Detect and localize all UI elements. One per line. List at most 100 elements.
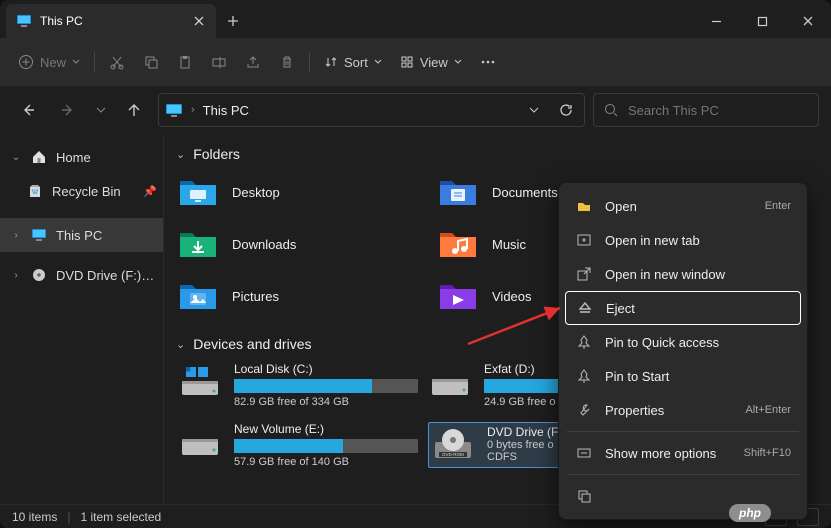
shortcut-hint: Shift+F10 [744,447,791,459]
sidebar-item-recycle-bin[interactable]: Recycle Bin 📌 [0,174,163,208]
status-selection: 1 item selected [80,510,161,524]
context-item[interactable]: Open in new tab [565,223,801,257]
sidebar-item-dvd-drive[interactable]: › DVD Drive (F:) Ubun [0,258,163,292]
pin-icon: 📌 [143,185,157,198]
context-menu: OpenEnter Open in new tab Open in new wind… [558,182,808,520]
folder-icon [178,278,218,314]
search-icon [604,103,618,117]
group-header-folders[interactable]: ⌄ Folders [164,142,831,172]
this-pc-icon [30,226,48,244]
group-title: Devices and drives [193,336,311,352]
folder-item[interactable]: Desktop [178,172,428,212]
minimize-button[interactable] [693,4,739,38]
breadcrumb[interactable]: This PC [203,103,249,118]
context-label: Properties [605,403,733,418]
arrow-up-icon [126,102,142,118]
view-button[interactable]: View [392,45,470,79]
context-label: Pin to Start [605,369,791,384]
drive-item[interactable]: New Volume (E:)57.9 GB free of 140 GB [178,422,418,468]
plus-circle-icon [18,54,34,70]
view-icon [400,55,414,69]
shortcut-hint: Enter [765,200,791,212]
wrench-icon [575,401,593,419]
new-button[interactable]: New [10,45,88,79]
search-input[interactable] [628,103,808,118]
paste-icon [177,54,193,70]
close-button[interactable] [785,4,831,38]
sidebar-item-label: Recycle Bin [52,184,135,199]
folder-icon [178,226,218,262]
back-button[interactable] [12,94,44,126]
sort-label: Sort [344,55,368,70]
drive-icon [428,362,472,400]
this-pc-icon [165,101,183,119]
drive-icon: DVD-ROM [431,425,475,463]
address-dropdown[interactable] [522,98,546,122]
context-item[interactable]: Eject [565,291,801,325]
tab-label: This PC [40,14,184,28]
arrow-right-icon [60,102,76,118]
context-item[interactable]: Pin to Quick access [565,325,801,359]
folder-icon [178,174,218,210]
context-item[interactable]: Properties Alt+Enter [565,393,801,427]
separator [567,431,799,432]
shortcut-hint: Alt+Enter [745,404,791,416]
context-label: Pin to Quick access [605,335,791,350]
external-icon [575,265,593,283]
chevron-down-icon[interactable]: ⌄ [10,152,22,163]
group-title: Folders [193,146,240,162]
rename-button[interactable] [203,45,235,79]
drive-free: 57.9 GB free of 140 GB [234,456,418,468]
forward-button[interactable] [52,94,84,126]
share-button[interactable] [237,45,269,79]
context-item[interactable]: Show more optionsShift+F10 [565,436,801,470]
chevron-down-icon [96,105,106,115]
sort-button[interactable]: Sort [316,45,390,79]
history-dropdown[interactable] [92,94,110,126]
sort-icon [324,55,338,69]
cut-button[interactable] [101,45,133,79]
maximize-button[interactable] [739,4,785,38]
nav-bar: › This PC [0,86,831,134]
context-item[interactable]: OpenEnter [565,189,801,223]
close-tab-icon[interactable] [192,14,206,28]
context-item[interactable]: Open in new window [565,257,801,291]
drive-icon [178,422,222,460]
pin-icon [575,333,593,351]
more-button[interactable] [472,45,504,79]
command-bar: New Sort View [0,38,831,86]
drive-name: Local Disk (C:) [234,362,418,376]
cut-icon [109,54,125,70]
copy-button[interactable] [135,45,167,79]
ellipsis-icon [480,54,496,70]
usage-bar [234,379,418,393]
folder-item[interactable]: Downloads [178,224,428,264]
sidebar-item-this-pc[interactable]: › This PC [0,218,163,252]
context-item[interactable]: Pin to Start [565,359,801,393]
chevron-down-icon [374,58,382,66]
chevron-right-icon[interactable]: › [10,230,22,241]
copy-icon [143,54,159,70]
folder-label: Downloads [232,237,296,252]
sidebar-item-home[interactable]: ⌄ Home [0,140,163,174]
sidebar-item-label: Home [56,150,157,165]
up-button[interactable] [118,94,150,126]
context-label: Open in new tab [605,233,791,248]
tab-this-pc[interactable]: This PC [6,4,216,38]
search-box[interactable] [593,93,819,127]
chevron-down-icon [72,58,80,66]
address-bar[interactable]: › This PC [158,93,585,127]
context-label: Open in new window [605,267,791,282]
add-tab-button[interactable] [216,4,250,38]
refresh-button[interactable] [554,98,578,122]
watermark-badge: php [729,504,771,522]
recycle-bin-icon [26,182,44,200]
usage-bar [234,439,418,453]
drive-item[interactable]: Local Disk (C:)82.9 GB free of 334 GB [178,362,418,408]
paste-button[interactable] [169,45,201,79]
chevron-down-icon [454,58,462,66]
folder-item[interactable]: Pictures [178,276,428,316]
delete-button[interactable] [271,45,303,79]
this-pc-icon [16,13,32,29]
chevron-right-icon[interactable]: › [10,270,22,281]
